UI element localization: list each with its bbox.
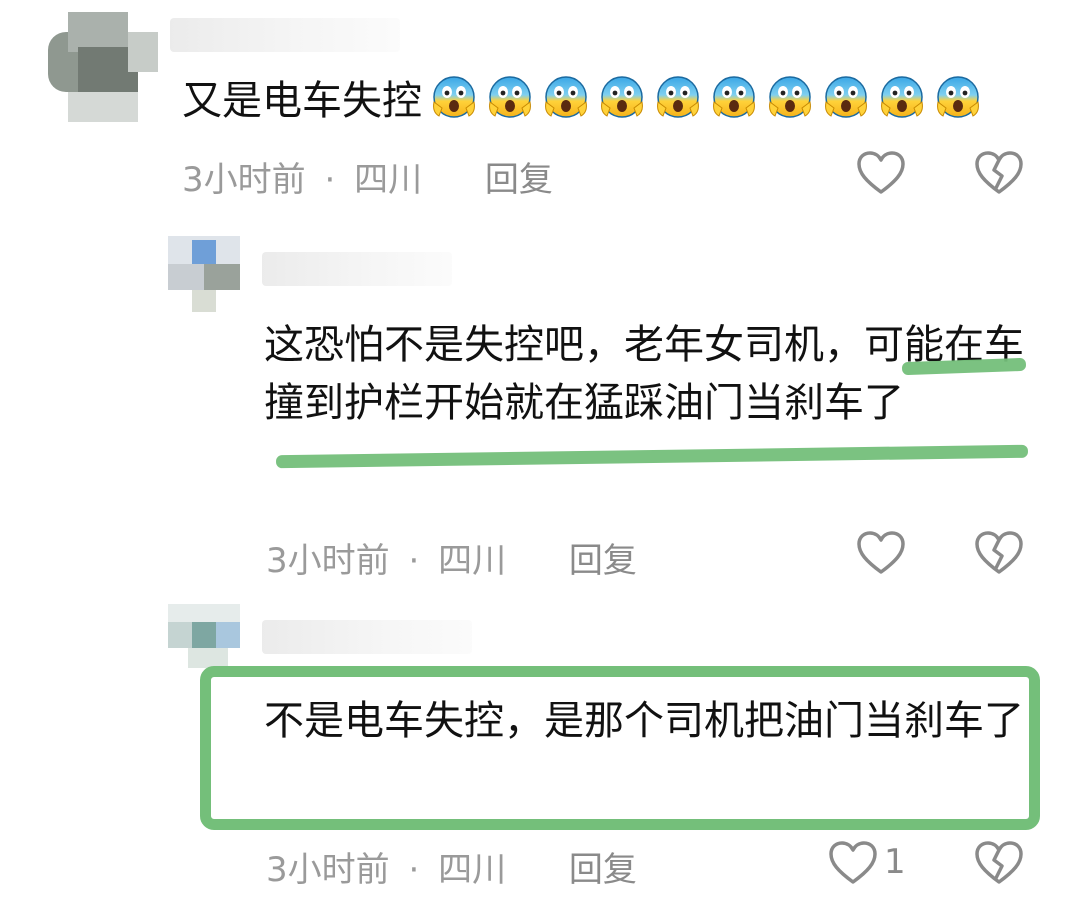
face-screaming-in-fear-icon xyxy=(545,76,587,118)
avatar-2[interactable] xyxy=(168,236,240,312)
comment-3-body: 不是电车失控，是那个司机把油门当刹车了 xyxy=(264,692,1034,750)
face-screaming-in-fear-icon xyxy=(881,76,923,118)
comment-1-location: 四川 xyxy=(354,160,423,200)
comment-3-text: 不是电车失控，是那个司机把油门当刹车了 xyxy=(264,698,1024,744)
comment-2-meta: 3小时前 · 四川 回复 xyxy=(266,533,637,582)
face-screaming-in-fear-icon xyxy=(433,76,475,118)
comment-1-text: 又是电车失控 xyxy=(182,78,422,124)
comment-3-location: 四川 xyxy=(438,850,507,890)
comment-1-reply-button[interactable]: 回复 xyxy=(485,160,553,200)
comment-1-time: 3小时前 xyxy=(182,160,306,200)
highlight-underline-2 xyxy=(275,444,1029,469)
comment-3-meta: 3小时前 · 四川 回复 xyxy=(266,842,637,891)
avatar-1[interactable] xyxy=(48,12,158,122)
face-screaming-in-fear-icon xyxy=(713,76,755,118)
emoji-row xyxy=(430,76,990,124)
broken-heart-icon[interactable] xyxy=(974,840,1024,886)
comment-3-time: 3小时前 xyxy=(266,850,390,890)
meta-separator: · xyxy=(324,160,336,200)
face-screaming-in-fear-icon xyxy=(937,76,979,118)
broken-heart-icon[interactable] xyxy=(974,530,1024,576)
comment-2-location: 四川 xyxy=(438,541,507,581)
meta-separator: · xyxy=(408,850,420,890)
broken-heart-icon[interactable] xyxy=(974,150,1024,196)
avatar-3[interactable] xyxy=(168,604,240,668)
face-screaming-in-fear-icon xyxy=(769,76,811,118)
comment-1-meta: 3小时前 · 四川 回复 xyxy=(182,152,553,201)
meta-separator: · xyxy=(408,541,420,581)
comment-1-body: 又是电车失控 xyxy=(182,72,1062,130)
heart-icon[interactable] xyxy=(856,530,906,576)
username-3-blurred[interactable] xyxy=(262,620,472,654)
face-screaming-in-fear-icon xyxy=(657,76,699,118)
face-screaming-in-fear-icon xyxy=(825,76,867,118)
comment-2-reply-button[interactable]: 回复 xyxy=(569,541,637,581)
username-2-blurred[interactable] xyxy=(262,252,452,286)
comment-3-reply-button[interactable]: 回复 xyxy=(569,850,637,890)
username-1-blurred[interactable] xyxy=(170,18,400,52)
face-screaming-in-fear-icon xyxy=(601,76,643,118)
heart-icon[interactable] xyxy=(828,840,878,886)
like-count: 1 xyxy=(884,842,906,882)
face-screaming-in-fear-icon xyxy=(489,76,531,118)
comment-2-time: 3小时前 xyxy=(266,541,390,581)
heart-icon[interactable] xyxy=(856,150,906,196)
